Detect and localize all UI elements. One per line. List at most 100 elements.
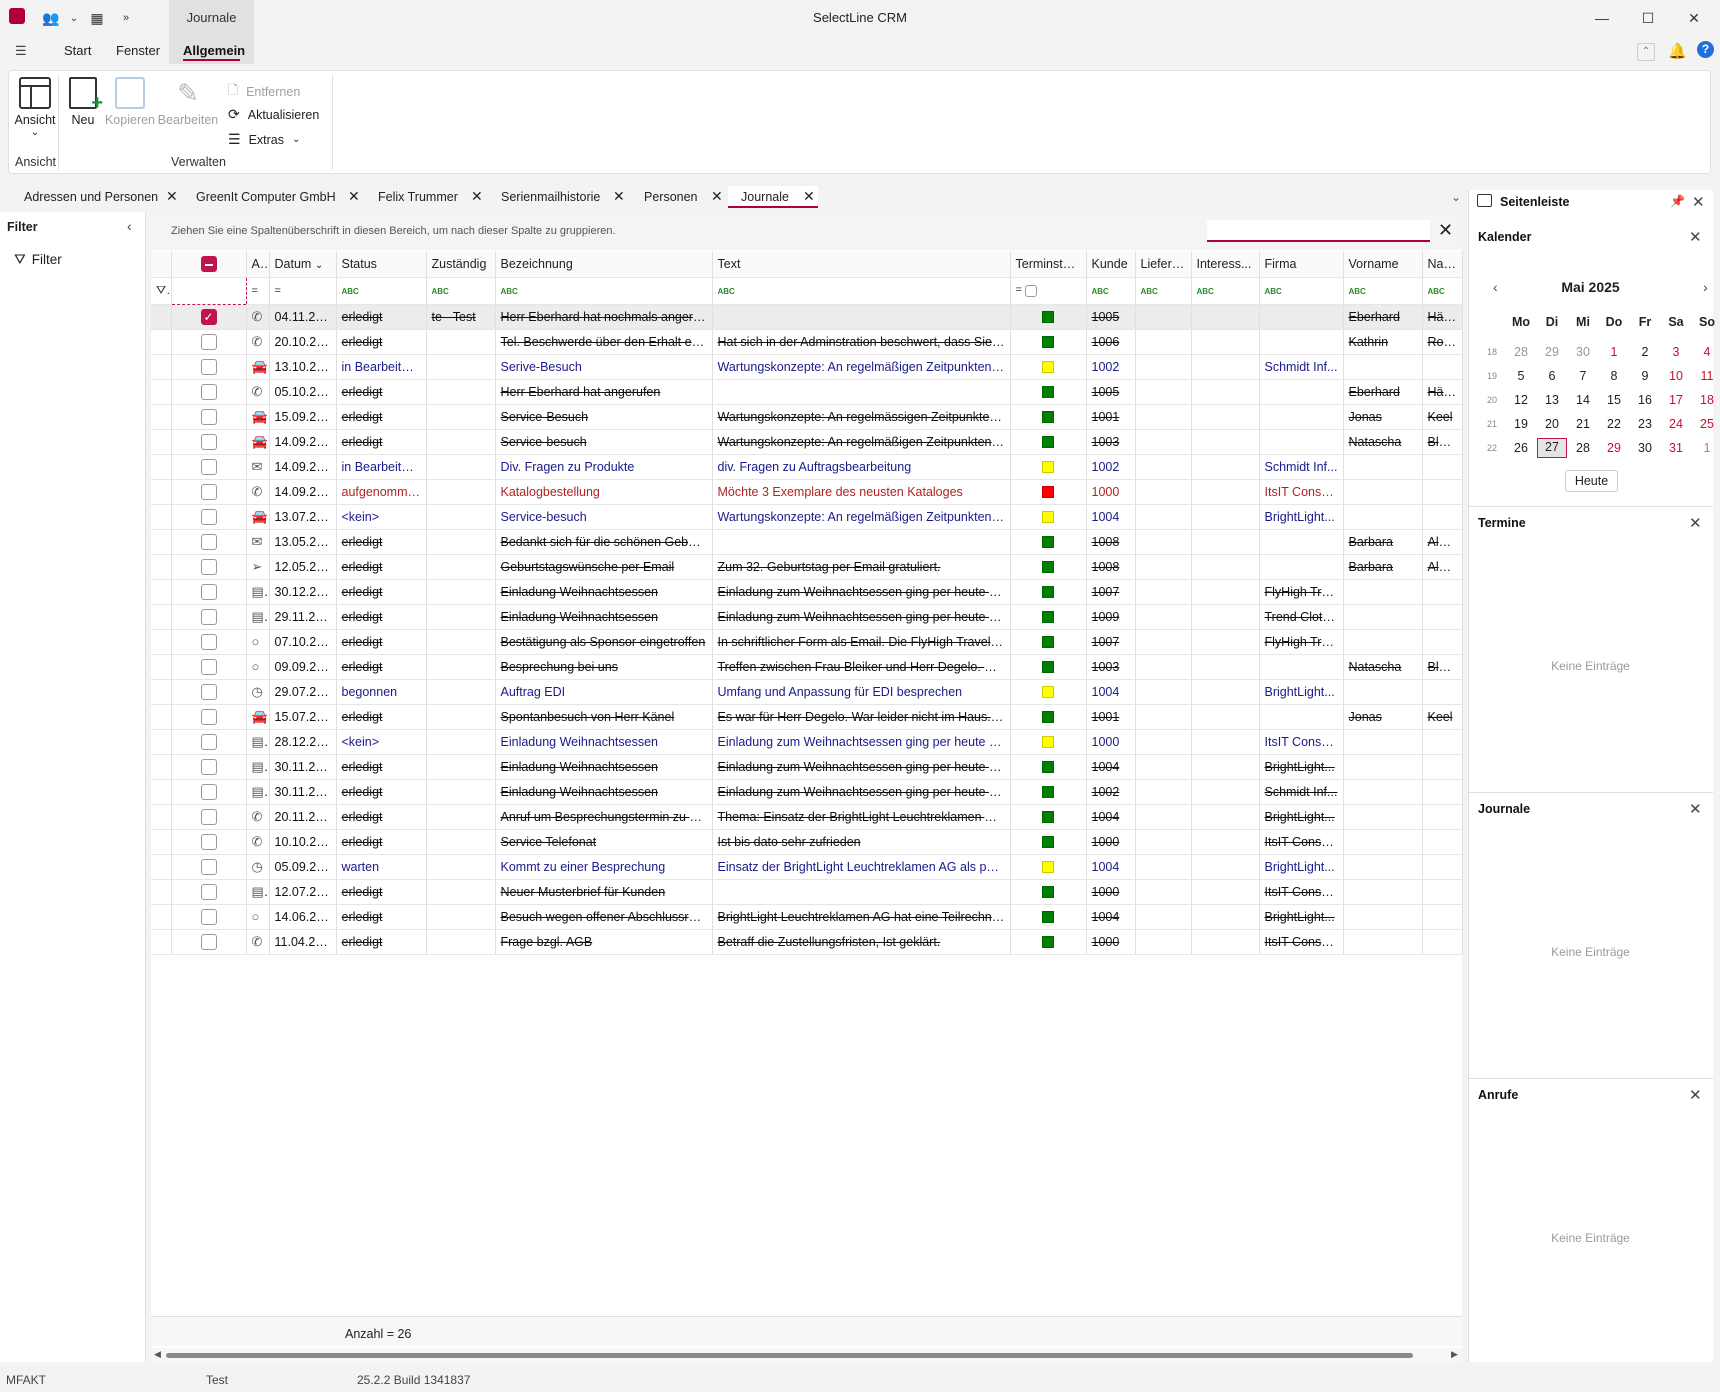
row-indicator[interactable]	[151, 629, 172, 655]
row-checkbox[interactable]	[200, 408, 217, 425]
calendar-day[interactable]: 5	[1506, 369, 1536, 383]
table-row[interactable]: ◷ 29.07.2019 begonnen Auftrag EDI Umfang und…	[151, 679, 1463, 705]
doc-tab-close-icon[interactable]: ✕	[711, 188, 723, 205]
calendar-day[interactable]: 14	[1568, 393, 1598, 407]
text-filter-icon[interactable]: ABC	[1135, 277, 1192, 305]
calendar-day[interactable]: 24	[1661, 417, 1691, 431]
row-indicator[interactable]	[151, 779, 172, 805]
column-header-interessent[interactable]: Interess...	[1191, 251, 1260, 278]
calendar-day[interactable]: 10	[1661, 369, 1691, 383]
table-row[interactable]: ○ 07.10.2019 erledigt Bestätigung als Spons…	[151, 629, 1463, 655]
neu-button[interactable]: + Neu	[63, 77, 103, 127]
row-indicator[interactable]	[151, 804, 172, 830]
row-indicator[interactable]	[151, 604, 172, 630]
row-indicator[interactable]	[151, 429, 172, 455]
calendar-day[interactable]: 30	[1568, 345, 1598, 359]
row-select-cell[interactable]	[171, 379, 247, 405]
text-filter-icon[interactable]: ABC	[1191, 277, 1260, 305]
grid-search-input[interactable]	[1207, 220, 1430, 240]
column-header-status[interactable]: Status	[336, 251, 427, 278]
table-row[interactable]: ✓ ✆ 04.11.2020 erledigt te - Test Herr Eberha…	[151, 304, 1463, 330]
row-indicator[interactable]	[151, 554, 172, 580]
table-row[interactable]: ◷ 05.09.2017 warten Kommt zu einer Besprech…	[151, 854, 1463, 880]
column-header-kunde[interactable]: Kunde	[1086, 251, 1136, 278]
calendar-day[interactable]: 29	[1599, 441, 1629, 455]
calendar-day[interactable]: 26	[1506, 441, 1536, 455]
table-row[interactable]: ○ 14.06.2016 erledigt Besuch wegen offener …	[151, 904, 1463, 930]
row-indicator[interactable]	[151, 304, 172, 330]
table-row[interactable]: ○ 09.09.2019 erledigt Besprechung bei uns Tr…	[151, 654, 1463, 680]
calendar-day[interactable]: 19	[1506, 417, 1536, 431]
doc-tab-close-icon[interactable]: ✕	[471, 188, 483, 205]
row-checkbox[interactable]	[200, 483, 217, 500]
row-select-cell[interactable]	[171, 604, 247, 630]
table-row[interactable]: ✆ 20.10.2020 erledigt Tel. Beschwerde über …	[151, 329, 1463, 355]
row-select-cell[interactable]	[171, 804, 247, 830]
doc-tab-close-icon[interactable]: ✕	[803, 188, 815, 205]
calendar-day[interactable]: 6	[1537, 369, 1567, 383]
table-row[interactable]: ✆ 14.09.2020 aufgenommen Katalogbestellung M…	[151, 479, 1463, 505]
row-indicator[interactable]	[151, 504, 172, 530]
tab-overflow-chevron-icon[interactable]: ⌄	[1451, 190, 1461, 204]
row-select-cell[interactable]	[171, 554, 247, 580]
column-header-terminstatus[interactable]: Terminstat...	[1010, 251, 1087, 278]
select-all-header[interactable]	[171, 251, 247, 278]
calendar-day[interactable]: 1	[1599, 345, 1629, 359]
filter-row-icon[interactable]: ⛛	[151, 277, 172, 305]
calendar-day[interactable]: 22	[1599, 417, 1629, 431]
ribbon-tab-fenster[interactable]: Fenster	[116, 43, 160, 58]
select-all-checkbox[interactable]	[200, 255, 217, 272]
row-select-cell[interactable]	[171, 829, 247, 855]
doc-tab-journale[interactable]: Journale	[741, 190, 789, 204]
close-window-button[interactable]: ✕	[1671, 4, 1717, 32]
calendar-day[interactable]: 15	[1599, 393, 1629, 407]
calendar-day[interactable]: 28	[1568, 441, 1598, 455]
table-row[interactable]: ✆ 11.04.2016 erledigt Frage bzgl. AGB Betraf…	[151, 929, 1463, 955]
doc-tab-close-icon[interactable]: ✕	[166, 188, 178, 205]
filter-cell[interactable]	[170, 276, 247, 305]
row-indicator[interactable]	[151, 354, 172, 380]
table-row[interactable]: ▤ 30.11.2018 erledigt Einladung Weihnachtse…	[151, 779, 1463, 805]
row-indicator[interactable]	[151, 704, 172, 730]
row-indicator[interactable]	[151, 454, 172, 480]
collapse-ribbon-icon[interactable]: ⌃	[1637, 43, 1655, 61]
calendar-day[interactable]: 31	[1661, 441, 1691, 455]
calendar-day[interactable]: 11	[1692, 369, 1720, 383]
row-select-cell[interactable]	[171, 579, 247, 605]
doc-tab-greenit[interactable]: GreenIt Computer GmbH	[196, 190, 336, 204]
text-filter-icon[interactable]: ABC	[1086, 277, 1136, 305]
row-checkbox[interactable]	[200, 883, 217, 900]
row-indicator[interactable]	[151, 929, 172, 955]
column-header-datum[interactable]: Datum ⌄	[269, 251, 337, 278]
column-header-firma[interactable]: Firma	[1259, 251, 1344, 278]
row-select-cell[interactable]	[171, 704, 247, 730]
maximize-button[interactable]: ☐	[1625, 4, 1671, 32]
row-checkbox[interactable]	[200, 558, 217, 575]
doc-tab-serienmail[interactable]: Serienmailhistorie	[501, 190, 600, 204]
contacts-icon[interactable]: 👥	[41, 8, 61, 28]
calendar-day[interactable]: 28	[1506, 345, 1536, 359]
row-checkbox[interactable]	[200, 808, 217, 825]
text-filter-icon[interactable]: ABC	[426, 277, 496, 305]
table-row[interactable]: ✉ 14.09.2020 in Bearbeitung Div. Fragen zu …	[151, 454, 1463, 480]
row-select-cell[interactable]	[171, 529, 247, 555]
table-row[interactable]: ▤ 28.12.2018 <kein> Einladung Weihnachtsess…	[151, 729, 1463, 755]
doc-tab-personen[interactable]: Personen	[644, 190, 698, 204]
row-checkbox[interactable]	[200, 533, 217, 550]
table-row[interactable]: 🚘 13.07.2020 <kein> Service-besuch Wartungsk…	[151, 504, 1463, 530]
scrollbar-thumb[interactable]	[166, 1353, 1413, 1358]
doc-tab-close-icon[interactable]: ✕	[348, 188, 360, 205]
row-checkbox[interactable]	[200, 658, 217, 675]
today-button[interactable]: Heute	[1565, 470, 1618, 492]
next-month-icon[interactable]: ›	[1703, 279, 1708, 295]
row-indicator[interactable]	[151, 854, 172, 880]
row-checkbox[interactable]	[200, 858, 217, 875]
column-header-name[interactable]: Name	[1422, 251, 1463, 278]
doc-tab-close-icon[interactable]: ✕	[613, 188, 625, 205]
grid-search-box[interactable]	[1207, 220, 1430, 242]
text-filter-icon[interactable]: ABC	[336, 277, 427, 305]
calendar-day[interactable]: 18	[1692, 393, 1720, 407]
calendar-day[interactable]: 1	[1692, 441, 1720, 455]
collapse-filter-icon[interactable]: ‹	[127, 218, 132, 234]
row-checkbox[interactable]	[200, 758, 217, 775]
